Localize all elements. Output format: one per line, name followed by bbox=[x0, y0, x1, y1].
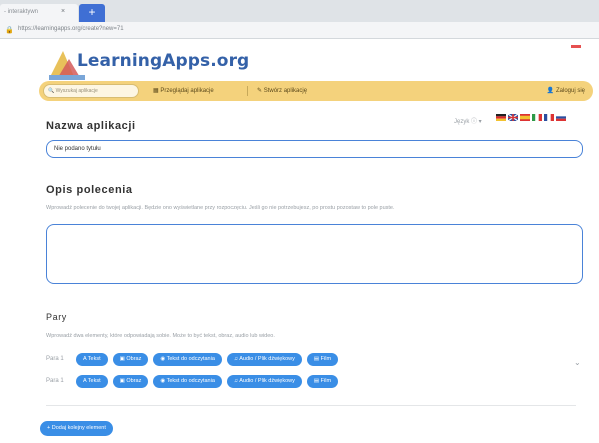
flag-italy-icon[interactable] bbox=[532, 114, 542, 121]
pair-label: Para 1 bbox=[46, 356, 64, 362]
language-flags bbox=[496, 114, 566, 121]
pair-row: Para 1 A Tekst ▣ Obraz ◉ Tekst do odczyt… bbox=[46, 352, 343, 366]
audio-button[interactable]: ♫ Audio / Plik dźwiękowy bbox=[226, 374, 302, 388]
chevron-down-icon[interactable]: ⌄ bbox=[574, 358, 581, 367]
flag-germany-icon[interactable] bbox=[496, 114, 506, 121]
flag-france-icon[interactable] bbox=[544, 114, 554, 121]
pair-label: Para 1 bbox=[46, 378, 64, 384]
pair-row: Para 1 A Tekst ▣ Obraz ◉ Tekst do odczyt… bbox=[46, 374, 343, 388]
pencil-icon: ✎ bbox=[257, 88, 263, 94]
login-link[interactable]: 👤 Zaloguj się bbox=[547, 87, 585, 94]
add-element-button[interactable]: + Dodaj kolejny element bbox=[40, 421, 113, 436]
text-button[interactable]: A Tekst bbox=[76, 374, 108, 388]
red-marker bbox=[571, 45, 581, 48]
search-placeholder: Wyszukaj aplikacje bbox=[55, 88, 98, 94]
image-button[interactable]: ▣ Obraz bbox=[112, 352, 149, 366]
text-to-speech-button[interactable]: ◉ Tekst do odczytania bbox=[153, 374, 222, 388]
pairs-hint: Wprowadź dwa elementy, które odpowiadają… bbox=[46, 333, 275, 339]
nav-create-app[interactable]: ✎ Stwórz aplikację bbox=[257, 87, 307, 94]
new-tab-button[interactable]: + bbox=[79, 4, 105, 22]
search-icon: 🔍 bbox=[48, 88, 55, 94]
text-to-speech-button[interactable]: ◉ Tekst do odczytania bbox=[153, 352, 222, 366]
text-button[interactable]: A Tekst bbox=[76, 352, 108, 366]
description-hint: Wprowadź polecenie do twojej aplikacji. … bbox=[46, 205, 395, 211]
nav-divider bbox=[247, 86, 248, 96]
audio-button[interactable]: ♫ Audio / Plik dźwiękowy bbox=[226, 352, 302, 366]
search-input[interactable]: 🔍 Wyszukaj aplikacje bbox=[43, 84, 139, 98]
film-icon: ▤ bbox=[313, 355, 321, 362]
logo-text[interactable]: LearningApps.org bbox=[77, 51, 249, 71]
nav-browse-apps[interactable]: ▦ Przeglądaj aplikacje bbox=[153, 87, 214, 94]
pairs-title: Pary bbox=[46, 312, 67, 322]
header: LearningApps.org bbox=[0, 39, 599, 81]
tab-title: - interaktywn bbox=[4, 9, 39, 15]
grid-icon: ▦ bbox=[153, 88, 159, 94]
browser-tabbar: - interaktywn × + bbox=[0, 0, 599, 22]
app-name-title: Nazwa aplikacji bbox=[46, 120, 136, 132]
app-title-input[interactable]: Nie podano tytułu bbox=[46, 140, 583, 158]
image-button[interactable]: ▣ Obraz bbox=[112, 374, 149, 388]
video-button[interactable]: ▤ Film bbox=[306, 352, 339, 366]
section-divider bbox=[46, 405, 576, 406]
url-text[interactable]: https://learningapps.org/create?new=71 bbox=[18, 26, 124, 32]
video-button[interactable]: ▤ Film bbox=[306, 374, 339, 388]
browser-tab[interactable]: - interaktywn bbox=[0, 4, 78, 22]
language-selector[interactable]: Język ⓘ ▾ bbox=[454, 116, 482, 125]
info-icon: ⓘ ▾ bbox=[471, 119, 482, 125]
flag-uk-icon[interactable] bbox=[508, 114, 518, 121]
description-textarea[interactable] bbox=[46, 224, 583, 284]
description-title: Opis polecenia bbox=[46, 184, 133, 196]
close-tab-icon[interactable]: × bbox=[61, 8, 65, 15]
lock-icon: 🔒 bbox=[5, 27, 14, 34]
flag-spain-icon[interactable] bbox=[520, 114, 530, 121]
flag-russia-icon[interactable] bbox=[556, 114, 566, 121]
film-icon: ▤ bbox=[313, 377, 321, 384]
address-bar[interactable]: 🔒 https://learningapps.org/create?new=71 bbox=[0, 22, 599, 39]
user-icon: 👤 bbox=[546, 88, 555, 94]
navigation-bar: 🔍 Wyszukaj aplikacje ▦ Przeglądaj aplika… bbox=[39, 81, 593, 101]
